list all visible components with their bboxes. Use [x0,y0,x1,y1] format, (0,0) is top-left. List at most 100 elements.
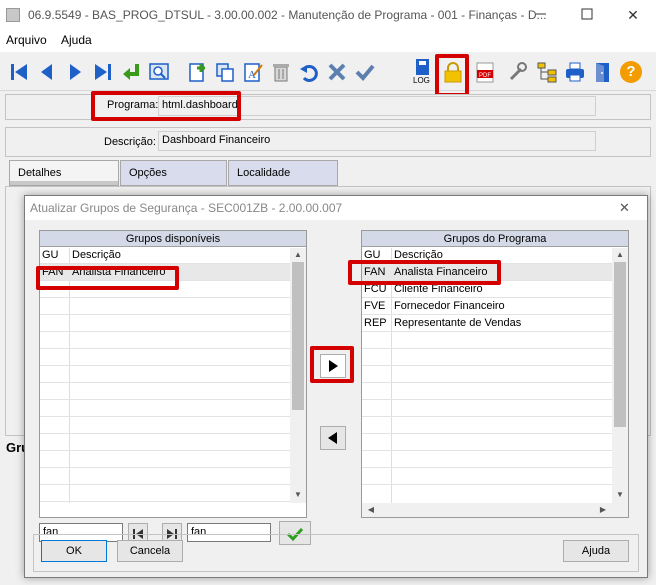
tab-opcoes[interactable]: Opções [120,160,227,186]
previous-record-icon [41,64,52,80]
ok-label: OK [66,545,82,557]
log-button[interactable]: LOG [410,59,436,85]
go-to-button[interactable] [118,59,144,85]
help-icon: ? [620,61,642,83]
delete-record-icon [273,64,289,82]
exit-button[interactable] [590,59,616,85]
help-dialog-button[interactable]: Ajuda [563,540,629,562]
descricao-label: Descrição: [104,136,156,148]
tab-localidade[interactable]: Localidade [228,160,338,186]
menu-ajuda[interactable]: Ajuda [61,33,92,47]
close-button[interactable]: ✕ [610,0,656,30]
dialog-body: Grupos disponíveis GU Descrição FAN Anal… [25,220,647,577]
empty-row [362,383,628,400]
menu-arquivo[interactable]: Arquivo [6,33,47,47]
cancel-button[interactable] [324,59,350,85]
scroll-down-icon[interactable]: ▼ [291,489,305,501]
window-title: 06.9.5549 - BAS_PROG_DTSUL - 3.00.00.002… [28,8,547,22]
help-button[interactable]: ? [618,59,644,85]
grid-column-header-row: GU Descrição [40,247,306,264]
ok-button[interactable]: OK [41,540,107,562]
pdf-label: PDF [479,73,491,79]
dialog-title: Atualizar Grupos de Segurança - SEC001ZB… [30,201,343,215]
scroll-right-icon[interactable]: ▶ [596,504,610,516]
copy-record-button[interactable] [212,59,238,85]
scroll-thumb[interactable] [292,262,304,410]
new-record-icon [189,63,205,82]
delete-record-button[interactable] [268,59,294,85]
new-record-button[interactable] [184,59,210,85]
cell-description: Fornecedor Financeiro [394,300,505,312]
scroll-left-icon[interactable]: ◀ [364,504,378,516]
empty-row [40,332,306,349]
empty-row [362,400,628,417]
table-row[interactable]: FVE Fornecedor Financeiro [362,298,628,315]
cancel-icon [328,63,346,81]
tab-label: Opções [129,167,167,179]
print-icon [566,62,584,82]
minimize-button[interactable] [518,0,564,30]
next-record-button[interactable] [62,59,88,85]
empty-row [40,485,306,502]
log-label: LOG [413,76,430,85]
left-fan-highlight [36,266,179,290]
scroll-thumb[interactable] [614,262,626,427]
tab-label: Detalhes [18,167,62,179]
empty-row [362,451,628,468]
empty-row [40,451,306,468]
maximize-button[interactable] [564,0,610,30]
empty-row [362,417,628,434]
confirm-button[interactable] [352,59,378,85]
pdf-icon: PDF [476,62,494,83]
vertical-scrollbar[interactable]: ▲ ▼ [612,248,628,503]
print-button[interactable] [562,59,588,85]
table-row[interactable]: REP Representante de Vendas [362,315,628,332]
empty-row [40,315,306,332]
menu-bar: Arquivo Ajuda [0,30,656,52]
cancel-dialog-button[interactable]: Cancela [117,540,183,562]
cell-description: Representante de Vendas [394,317,522,329]
cancel-label: Cancela [129,545,171,557]
vertical-scrollbar[interactable]: ▲ ▼ [290,248,306,503]
empty-row [362,434,628,451]
horizontal-scrollbar[interactable]: ◀ ▶ [362,503,628,517]
empty-row [40,349,306,366]
undo-icon [300,65,318,82]
tab-detalhes[interactable]: Detalhes [9,160,119,186]
descricao-field[interactable]: Dashboard Financeiro [158,131,596,151]
arrow-left-icon [328,432,337,444]
tab-label: Localidade [237,167,291,179]
cell-code: REP [364,317,387,329]
last-record-button[interactable] [90,59,116,85]
tree-button[interactable] [534,59,560,85]
empty-row [362,468,628,485]
scroll-up-icon[interactable]: ▲ [613,249,627,261]
column-gu: GU [42,249,59,261]
help-label: Ajuda [581,545,611,557]
scroll-up-icon[interactable]: ▲ [291,249,305,261]
undo-button[interactable] [296,59,322,85]
scroll-down-icon[interactable]: ▼ [613,489,627,501]
empty-row [40,417,306,434]
edit-record-icon: A [244,63,263,82]
copy-record-icon [216,63,234,82]
first-record-button[interactable] [6,59,32,85]
empty-row [40,366,306,383]
right-fan-highlight [348,260,501,285]
tools-icon [509,62,527,81]
empty-row [40,298,306,315]
previous-record-button[interactable] [34,59,60,85]
programa-highlight [91,91,241,121]
dialog-close-icon[interactable]: ✕ [619,200,630,216]
empty-row [40,434,306,451]
maximize-icon [581,8,593,20]
search-button[interactable] [146,59,172,85]
toolbar: A LOG PDF ? [0,54,656,97]
tools-button[interactable] [504,59,530,85]
confirm-icon [355,64,375,81]
empty-row [362,349,628,366]
move-left-button[interactable] [320,426,346,450]
tree-icon [537,62,557,83]
edit-record-button[interactable]: A [240,59,266,85]
pdf-button[interactable]: PDF [472,59,498,85]
